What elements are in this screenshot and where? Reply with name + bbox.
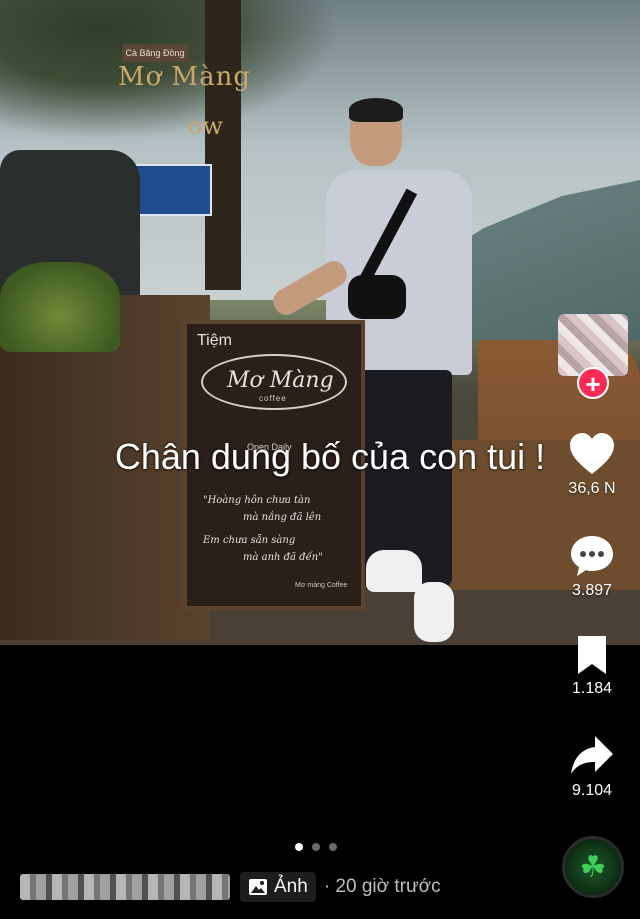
post-photo[interactable]: Cà Băng Đồng Mơ Màng ow Tiệm Mơ Màng cof… xyxy=(0,0,640,645)
photo-hedge xyxy=(0,262,120,352)
share-button[interactable]: 9.104 xyxy=(557,734,627,800)
save-count: 1.184 xyxy=(571,680,613,697)
person-bag xyxy=(348,275,406,319)
share-count: 9.104 xyxy=(571,782,613,799)
blue-sign xyxy=(132,164,212,216)
sign-poem-line: "Hoàng hôn chưa tàn xyxy=(203,495,311,506)
comment-icon xyxy=(571,536,613,576)
person-shoe xyxy=(414,582,454,642)
wood-label: Cà Băng Đồng xyxy=(122,44,188,62)
comment-count: 3.897 xyxy=(571,582,613,599)
creator-name-redacted[interactable] xyxy=(20,874,230,900)
sign-poem-line: mà anh đã đến" xyxy=(243,552,323,563)
bookmark-icon xyxy=(578,636,606,674)
sign-logo-text: Mơ Màng xyxy=(227,368,334,393)
save-button[interactable]: 1.184 xyxy=(557,634,627,698)
post-type-chip: Ảnh xyxy=(240,872,316,902)
post-type-label: Ảnh xyxy=(274,876,308,897)
carousel-dot[interactable] xyxy=(329,843,337,851)
post-meta-bar: Ảnh · 20 giờ trước xyxy=(20,872,441,902)
music-disc[interactable]: ☘ xyxy=(562,836,624,898)
follow-button[interactable]: + xyxy=(577,367,609,399)
post-time: · 20 giờ trước xyxy=(323,876,441,897)
sign-poem: "Hoàng hôn chưa tàn mà nắng đã lên Em ch… xyxy=(203,492,353,566)
share-icon xyxy=(571,736,613,774)
sign-footer: Mơ màng Coffee xyxy=(295,582,348,589)
carousel-dot[interactable] xyxy=(312,843,320,851)
carousel-dot-active[interactable] xyxy=(295,843,303,851)
like-count: 36,6 N xyxy=(568,480,616,497)
sign-poem-line: Em chưa sẵn sàng xyxy=(203,535,296,546)
photo-pole xyxy=(205,0,241,290)
sign-coffee: coffee xyxy=(259,394,287,403)
person-hair xyxy=(349,98,403,122)
sign-tiem: Tiệm xyxy=(197,332,232,349)
person-shoe xyxy=(366,550,422,592)
photo-icon xyxy=(249,879,267,895)
carousel-dots xyxy=(295,843,337,851)
music-disc-icon: ☘ xyxy=(579,850,607,884)
top-sign-text-2: ow xyxy=(188,112,223,140)
comment-button[interactable]: 3.897 xyxy=(557,534,627,600)
post-caption: Chân dung bố của con tui ! xyxy=(114,436,546,477)
heart-icon xyxy=(570,433,614,474)
sign-poem-line: mà nắng đã lên xyxy=(243,512,322,523)
like-button[interactable]: 36,6 N xyxy=(557,432,627,498)
top-sign-text: Mơ Màng xyxy=(118,62,252,92)
